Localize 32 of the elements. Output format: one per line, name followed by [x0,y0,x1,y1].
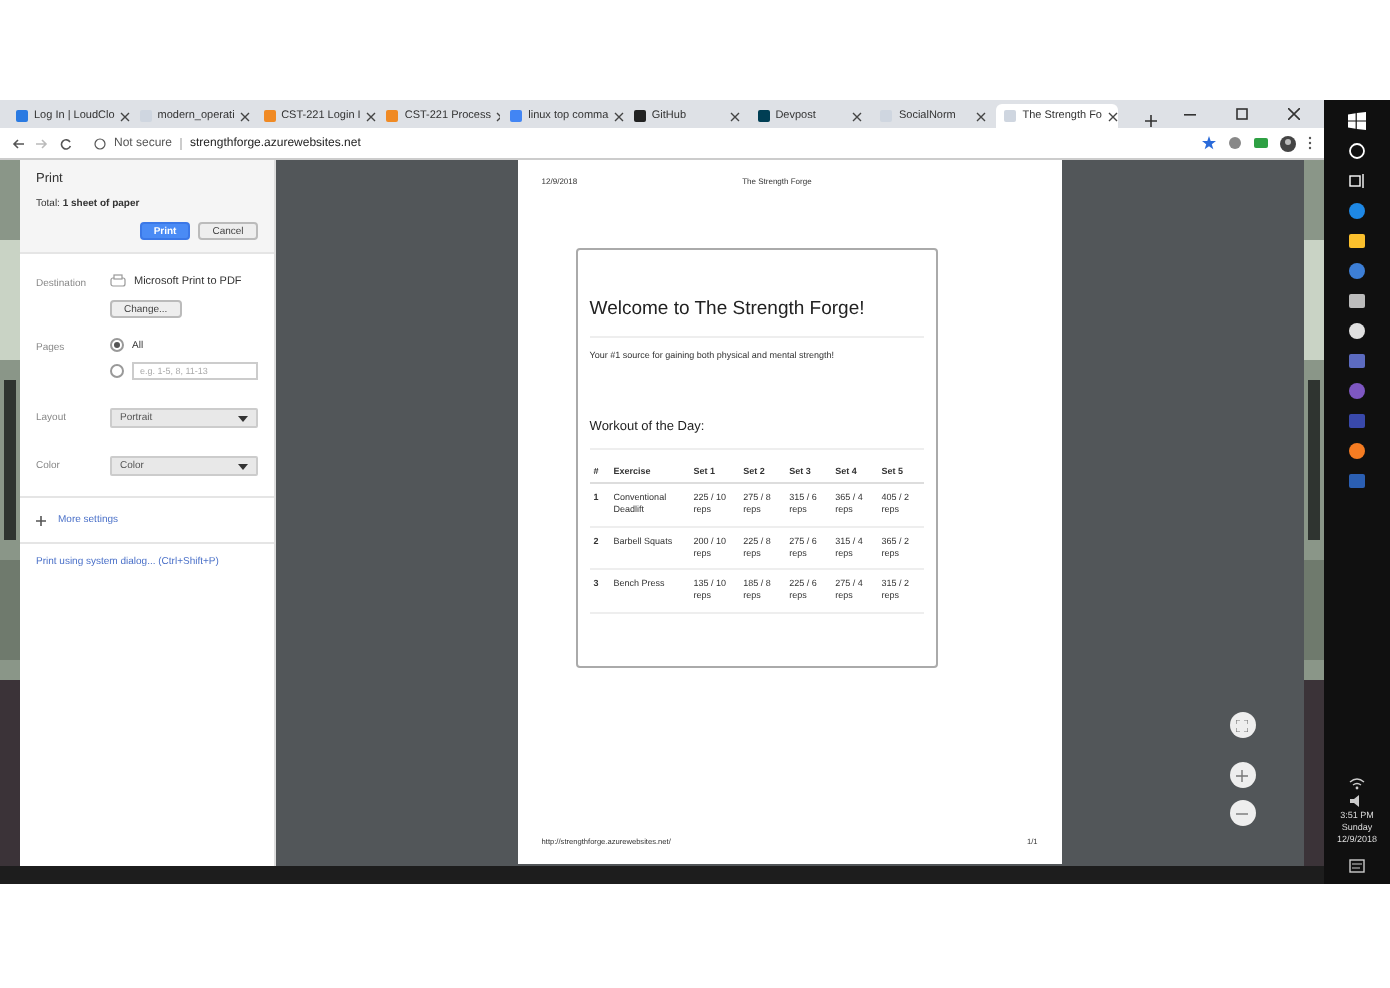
page-heading: Welcome to The Strength Forge! [589,298,924,338]
favicon-icon [633,110,646,122]
minimize-icon[interactable] [1184,108,1196,120]
printer-icon [110,274,126,290]
radio-button[interactable] [110,338,124,352]
wifi-icon[interactable] [1348,773,1366,792]
avatar-icon[interactable] [1280,135,1296,151]
task-view-icon[interactable] [1348,172,1366,190]
plus-icon [1236,769,1249,781]
favicon-icon [263,110,276,122]
plus-icon[interactable] [36,515,46,525]
maximize-icon[interactable] [1236,108,1248,120]
info-icon[interactable] [94,137,106,149]
fit-page-button[interactable] [1229,712,1256,738]
back-icon[interactable] [12,137,24,149]
windows-logo-icon[interactable] [1348,112,1366,130]
notifications-icon[interactable] [1348,858,1366,876]
caret-icon [237,415,248,421]
favicon-icon [386,110,399,122]
star-icon[interactable] [1202,136,1216,150]
reload-icon[interactable] [60,137,72,149]
favicon-icon [757,110,770,122]
minus-icon [1236,807,1249,819]
search-icon[interactable] [1348,142,1366,160]
fit-icon [1236,719,1249,731]
zoom-in-button[interactable] [1229,762,1256,788]
favicon-icon [510,110,523,122]
radio-button[interactable] [110,364,124,378]
favicon-icon [1004,110,1017,122]
zoom-out-button[interactable] [1229,800,1256,826]
favicon-icon [16,110,28,122]
caret-icon [237,463,248,469]
